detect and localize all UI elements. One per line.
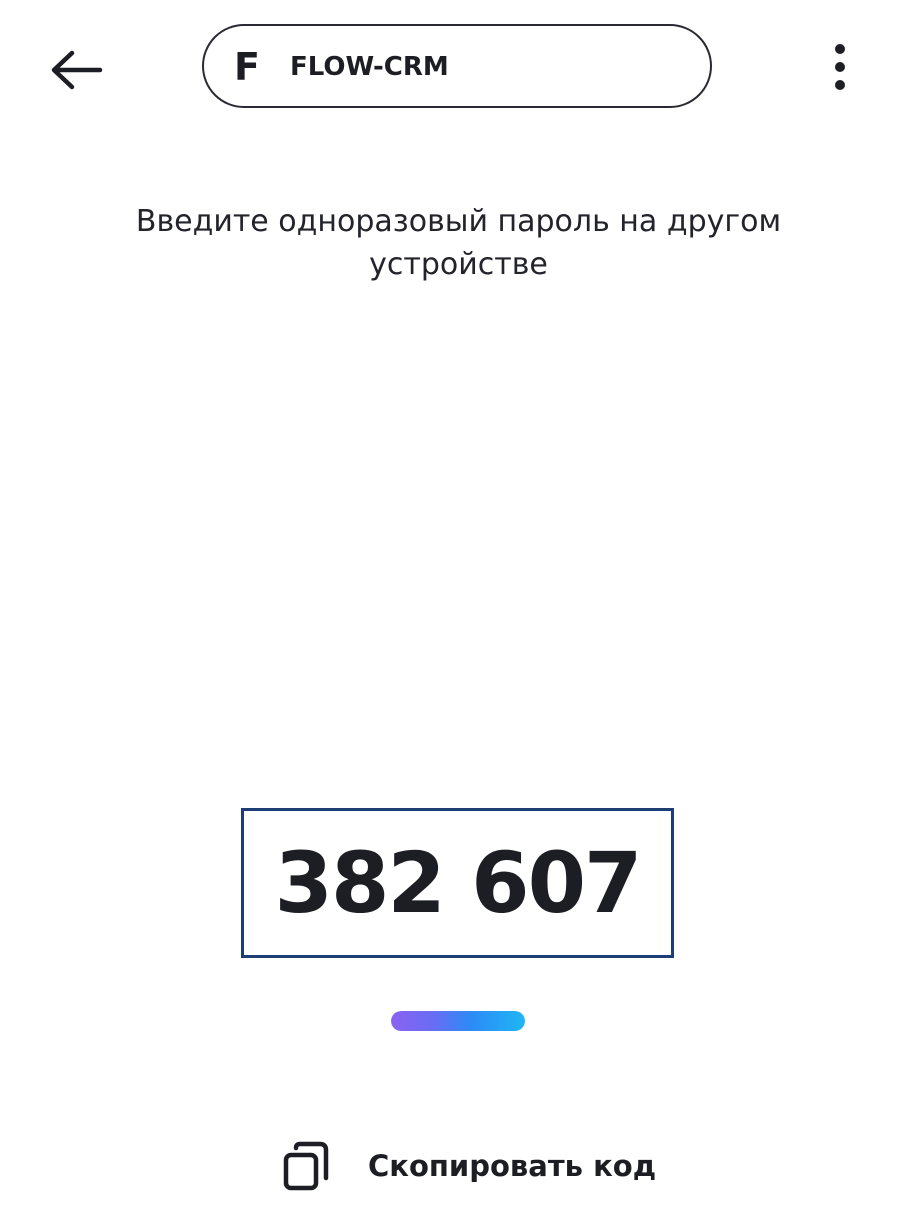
more-menu-button[interactable] <box>820 40 860 96</box>
more-vertical-icon <box>835 44 845 90</box>
arrow-left-icon <box>51 50 103 90</box>
code-timer-bar <box>391 1011 525 1031</box>
account-name: FLOW-CRM <box>290 52 449 82</box>
one-time-code-box[interactable]: 382 607 <box>241 808 674 958</box>
code-timer-fill <box>391 1011 525 1031</box>
back-button[interactable] <box>44 44 108 96</box>
one-time-code: 382 607 <box>274 834 643 932</box>
copy-code-button[interactable]: Скопировать код <box>278 1136 656 1196</box>
account-letter-icon: F <box>234 45 260 89</box>
copy-icon <box>283 1141 329 1191</box>
instruction-text: Введите одноразовый пароль на другом уст… <box>135 204 782 282</box>
account-selector[interactable]: F FLOW-CRM <box>202 24 712 108</box>
copy-code-label: Скопировать код <box>368 1149 657 1183</box>
